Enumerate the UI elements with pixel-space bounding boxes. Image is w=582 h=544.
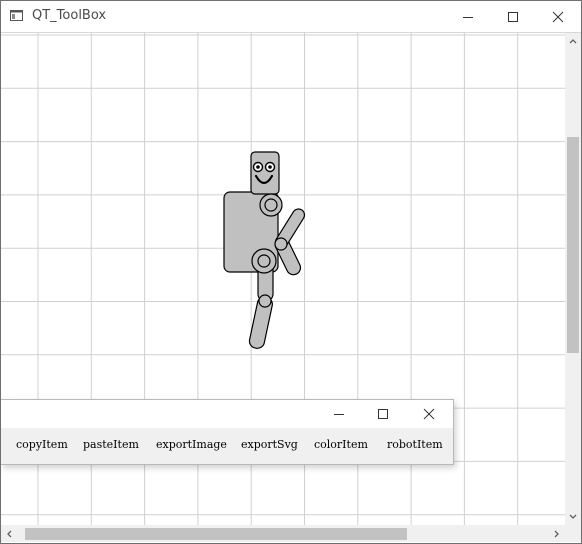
maximize-icon — [378, 409, 388, 419]
export-svg-button[interactable]: exportSvg — [241, 438, 298, 451]
toolbox-minimize-button[interactable] — [317, 400, 361, 428]
scroll-up-arrow-icon[interactable] — [565, 33, 581, 49]
export-image-button[interactable]: exportImage — [156, 438, 227, 451]
minimize-icon — [334, 414, 344, 415]
copy-item-button[interactable]: copyItem — [16, 438, 68, 451]
scroll-down-arrow-icon[interactable] — [565, 509, 581, 525]
window-title: QT_ToolBox — [32, 8, 107, 23]
toolbox-maximize-button[interactable] — [361, 400, 405, 428]
close-icon — [552, 11, 564, 22]
horizontal-scrollbar[interactable] — [1, 525, 565, 542]
app-icon — [10, 10, 23, 21]
robot-head[interactable] — [250, 151, 280, 195]
toolbox-title-bar[interactable] — [1, 400, 453, 428]
toolbox-button-bar: copyItem pasteItem exportImage exportSvg… — [1, 428, 453, 464]
title-bar[interactable]: QT_ToolBox — [1, 1, 581, 33]
vertical-scrollbar[interactable] — [565, 33, 581, 525]
robot-hand-joint — [274, 237, 288, 251]
robot-knee-joint — [258, 294, 272, 308]
robot-elbow-joint — [264, 198, 278, 212]
vertical-scroll-thumb[interactable] — [567, 137, 579, 353]
maximize-button[interactable] — [490, 1, 536, 32]
close-button[interactable] — [535, 1, 581, 32]
color-item-button[interactable]: colorItem — [314, 438, 368, 451]
main-window: QT_ToolBox copyItem pasteItem exportImag… — [0, 0, 582, 544]
paste-item-button[interactable]: pasteItem — [83, 438, 139, 451]
close-icon — [423, 408, 435, 420]
minimize-button[interactable] — [445, 1, 491, 32]
scroll-corner — [565, 525, 581, 542]
horizontal-scroll-thumb[interactable] — [25, 528, 407, 540]
scroll-right-arrow-icon[interactable] — [549, 526, 565, 542]
toolbox-window[interactable]: copyItem pasteItem exportImage exportSvg… — [1, 399, 454, 465]
scroll-left-arrow-icon[interactable] — [1, 526, 17, 542]
minimize-icon — [463, 16, 473, 18]
robot-hip-inner — [257, 254, 271, 268]
maximize-icon — [508, 11, 518, 22]
robot-item-button[interactable]: robotItem — [387, 438, 443, 451]
toolbox-close-button[interactable] — [407, 400, 451, 428]
